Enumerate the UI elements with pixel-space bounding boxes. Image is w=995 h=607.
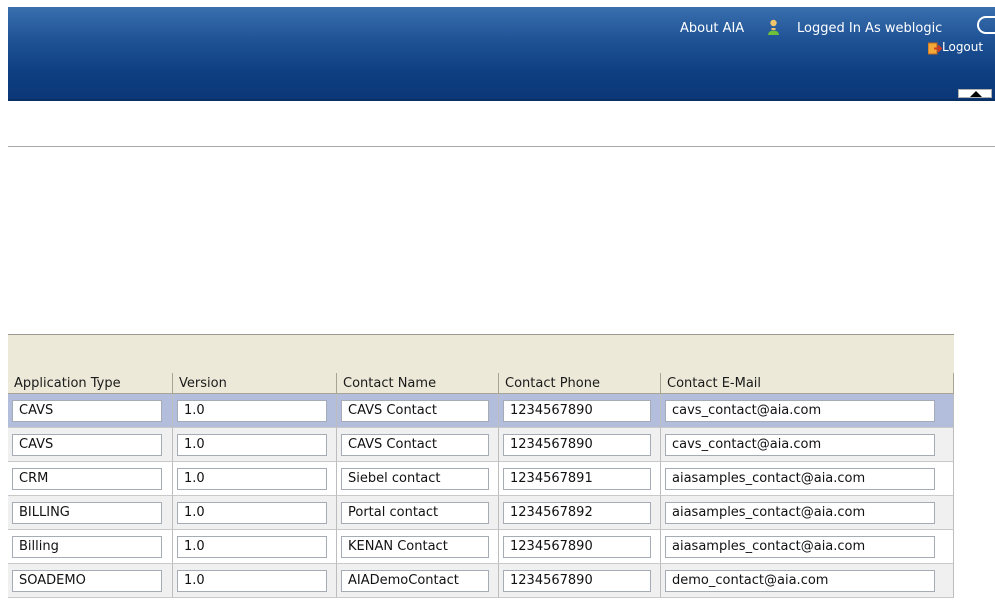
table-row[interactable]: CAVS 1.0 CAVS Contact 1234567890 cavs_co… [8, 428, 954, 462]
help-icon[interactable] [977, 16, 995, 34]
contact-phone-field[interactable]: 1234567890 [503, 535, 651, 558]
header-banner-border [8, 99, 995, 101]
column-header-application-type[interactable]: Application Type [8, 373, 173, 394]
contact-email-field[interactable]: aiasamples_contact@aia.com [665, 501, 935, 524]
version-field[interactable]: 1.0 [177, 399, 327, 422]
contact-name-field[interactable]: AIADemoContact [341, 569, 489, 592]
application-type-field[interactable]: SOADEMO [12, 569, 162, 592]
table-row[interactable]: CAVS 1.0 CAVS Contact 1234567890 cavs_co… [8, 394, 954, 428]
contacts-table: Application Type Version Contact Name Co… [8, 373, 954, 598]
contact-name-field[interactable]: Portal contact [341, 501, 489, 524]
contact-phone-field[interactable]: 1234567890 [503, 399, 651, 422]
table-row[interactable]: SOADEMO 1.0 AIADemoContact 1234567890 de… [8, 564, 954, 598]
about-aia-link[interactable]: About AIA [680, 21, 744, 36]
contact-email-field[interactable]: aiasamples_contact@aia.com [665, 535, 935, 558]
contact-email-field[interactable]: aiasamples_contact@aia.com [665, 467, 935, 490]
contact-name-field[interactable]: Siebel contact [341, 467, 489, 490]
logout-icon[interactable] [928, 42, 942, 55]
column-header-contact-email[interactable]: Contact E-Mail [661, 373, 954, 394]
version-field[interactable]: 1.0 [177, 535, 327, 558]
logged-in-text: Logged In As weblogic [797, 21, 942, 36]
contact-phone-field[interactable]: 1234567891 [503, 467, 651, 490]
version-field[interactable]: 1.0 [177, 501, 327, 524]
collapse-up-icon [970, 91, 982, 97]
column-header-version[interactable]: Version [173, 373, 337, 394]
application-type-field[interactable]: CAVS [12, 399, 162, 422]
contact-name-field[interactable]: CAVS Contact [341, 399, 489, 422]
version-field[interactable]: 1.0 [177, 569, 327, 592]
version-field[interactable]: 1.0 [177, 467, 327, 490]
version-field[interactable]: 1.0 [177, 433, 327, 456]
contact-email-field[interactable]: demo_contact@aia.com [665, 569, 935, 592]
column-header-contact-name[interactable]: Contact Name [337, 373, 499, 394]
contact-name-field[interactable]: CAVS Contact [341, 433, 489, 456]
application-type-field[interactable]: BILLING [12, 501, 162, 524]
logout-link[interactable]: Logout [942, 40, 983, 54]
contact-email-field[interactable]: cavs_contact@aia.com [665, 433, 935, 456]
table-row[interactable]: Billing 1.0 KENAN Contact 1234567890 aia… [8, 530, 954, 564]
logged-in-label: Logged In As [797, 21, 881, 36]
contact-phone-field[interactable]: 1234567892 [503, 501, 651, 524]
contact-name-field[interactable]: KENAN Contact [341, 535, 489, 558]
user-icon [768, 19, 779, 35]
application-type-field[interactable]: CRM [12, 467, 162, 490]
contact-phone-field[interactable]: 1234567890 [503, 433, 651, 456]
separator [8, 146, 995, 147]
table-header-row: Application Type Version Contact Name Co… [8, 373, 954, 394]
contact-phone-field[interactable]: 1234567890 [503, 569, 651, 592]
table-row[interactable]: BILLING 1.0 Portal contact 1234567892 ai… [8, 496, 954, 530]
collapse-header-button[interactable] [958, 89, 992, 98]
column-header-contact-phone[interactable]: Contact Phone [499, 373, 661, 394]
table-row[interactable]: CRM 1.0 Siebel contact 1234567891 aiasam… [8, 462, 954, 496]
application-type-field[interactable]: Billing [12, 535, 162, 558]
username: weblogic [884, 21, 943, 36]
table-toolbar [8, 334, 954, 373]
application-type-field[interactable]: CAVS [12, 433, 162, 456]
contact-email-field[interactable]: cavs_contact@aia.com [665, 399, 935, 422]
